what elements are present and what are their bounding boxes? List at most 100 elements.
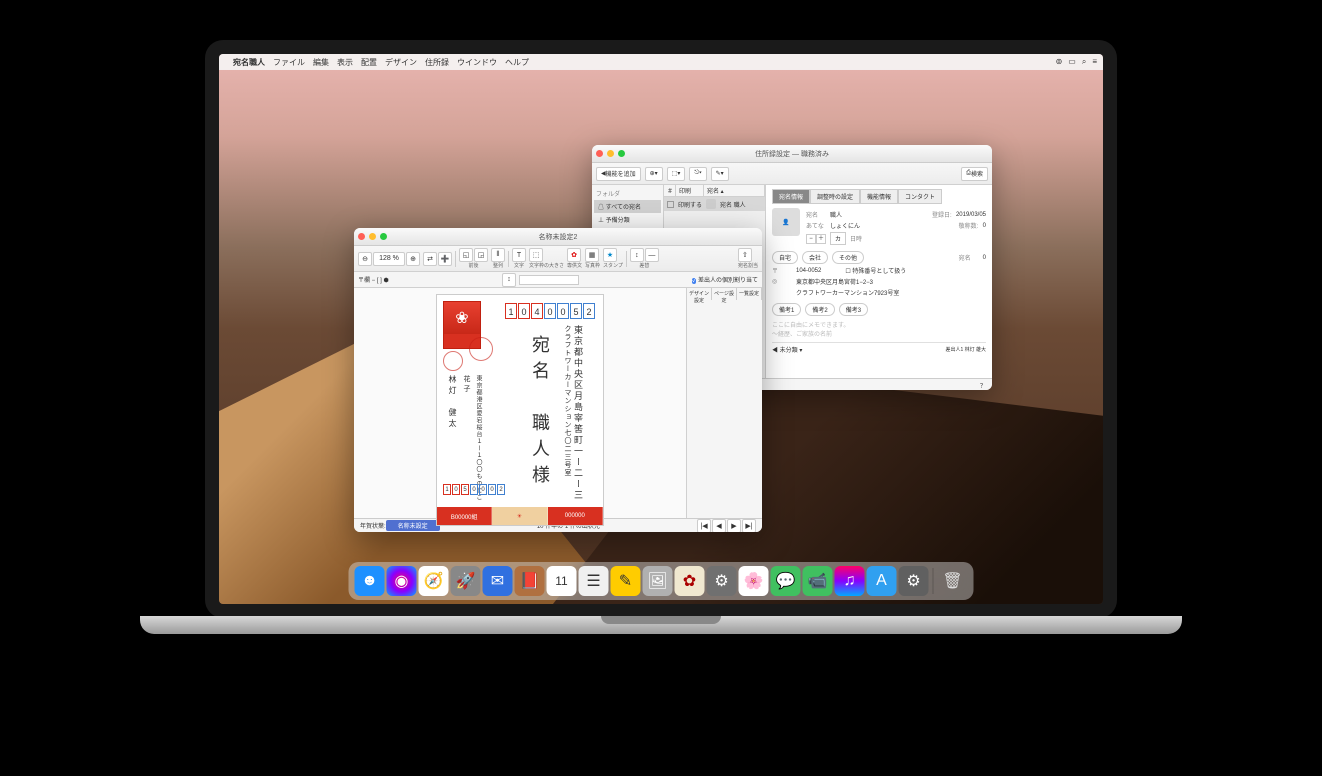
col-num[interactable]: ＃ — [664, 185, 676, 196]
add-function-button[interactable]: ◀ 機能を追加 — [596, 167, 641, 181]
dock-itunes[interactable]: ♫ — [835, 566, 865, 596]
tab-info[interactable]: 宛名情報 — [772, 189, 810, 204]
postcard-preview[interactable]: ❀ 1 0 4 0 0 5 2 東京都中央区月島宰 — [436, 294, 604, 526]
tab-design[interactable]: デザイン設定 — [687, 288, 712, 300]
tab-adjust[interactable]: 調整時の設定 — [810, 189, 860, 204]
nav-last[interactable]: ▶| — [742, 519, 756, 533]
dock-system[interactable]: ⚙ — [707, 566, 737, 596]
menu-file[interactable]: ファイル — [273, 57, 305, 68]
dock-contacts[interactable]: 📕 — [515, 566, 545, 596]
menu-window[interactable]: ウインドウ — [457, 57, 497, 68]
dock-appstore[interactable]: A — [867, 566, 897, 596]
menu-help[interactable]: ヘルプ — [505, 57, 529, 68]
dock-calendar[interactable]: 11 — [547, 566, 577, 596]
canvas[interactable]: ❀ 1 0 4 0 0 5 2 東京都中央区月島宰 — [354, 288, 686, 518]
addr-tab-home[interactable]: 自宅 — [772, 251, 798, 264]
tab-func[interactable]: 機能情報 — [860, 189, 898, 204]
address-line1[interactable]: 東京都中央区月島宮荷1−2−3 — [796, 277, 873, 286]
tb-align[interactable]: ⫴ — [491, 248, 505, 262]
tb-add[interactable]: ➕ — [438, 252, 452, 266]
dock-siri[interactable]: ◉ — [387, 566, 417, 596]
zoom-value[interactable]: 128 % — [373, 252, 405, 266]
control-icon[interactable]: ≡ — [1092, 57, 1097, 67]
katakana-button[interactable]: カ — [830, 232, 846, 245]
print-button[interactable]: ⎙ 検索 — [961, 167, 988, 181]
dock-facetime[interactable]: 📹 — [803, 566, 833, 596]
stepper[interactable]: −＋ — [806, 234, 826, 244]
zoom-out-button[interactable]: ⊖ — [358, 252, 372, 266]
folder-all[interactable]: ☖ すべての宛名 — [594, 200, 661, 213]
dock-photos[interactable]: 🌸 — [739, 566, 769, 596]
tb-greeting[interactable]: ✿ — [567, 248, 581, 262]
toolbar-btn[interactable]: ⎋▾ — [689, 167, 706, 181]
dock-notes[interactable]: ✎ — [611, 566, 641, 596]
status-select[interactable]: 名称未設定 — [386, 520, 440, 531]
tb-textframe[interactable]: ⬚ — [529, 248, 543, 262]
dock-finder[interactable]: ☻ — [355, 566, 385, 596]
postcard-titlebar[interactable]: 名称未設定2 — [354, 228, 762, 246]
tab-contact[interactable]: コンタクト — [898, 189, 942, 204]
col-name[interactable]: 宛名 ▴ — [704, 185, 765, 196]
menu-addressbook[interactable]: 住所録 — [425, 57, 449, 68]
avatar-large[interactable]: 👤 — [772, 208, 800, 236]
tb-stamp[interactable]: ★ — [603, 248, 617, 262]
subbar-field[interactable] — [519, 275, 579, 285]
folder-reserve[interactable]: ⊥ 予備分類 — [594, 213, 661, 226]
addr-tab-other[interactable]: その他 — [832, 251, 864, 264]
tb-order-front[interactable]: ◲ — [474, 248, 488, 262]
tb-order-back[interactable]: ◱ — [459, 248, 473, 262]
individual-assign-checkbox[interactable]: ✓ — [692, 278, 696, 284]
address-line2[interactable]: クラフトワーカーマンション7923号室 — [796, 288, 899, 297]
spotlight-icon[interactable]: ⌕ — [1082, 57, 1086, 67]
dock-prefs[interactable]: ⚙ — [899, 566, 929, 596]
tb-text[interactable]: T — [512, 248, 526, 262]
minimize-button[interactable] — [607, 150, 614, 157]
dock-app1[interactable]: ✿ — [675, 566, 705, 596]
toolbar-btn[interactable]: ✎▾ — [711, 167, 729, 181]
dock-mail[interactable]: ✉ — [483, 566, 513, 596]
memo-tab-3[interactable]: 備考3 — [839, 303, 868, 316]
dock-preview[interactable]: 🖼 — [643, 566, 673, 596]
menu-design[interactable]: デザイン — [385, 57, 417, 68]
menu-view[interactable]: 表示 — [337, 57, 353, 68]
nav-next[interactable]: ▶ — [727, 519, 741, 533]
dock-messages[interactable]: 💬 — [771, 566, 801, 596]
close-button[interactable] — [358, 233, 365, 240]
zip-value[interactable]: 104-0052 — [796, 268, 821, 274]
wifi-icon[interactable]: ⊚ — [1056, 57, 1063, 67]
zoom-button[interactable] — [380, 233, 387, 240]
tab-page[interactable]: ページ設定 — [712, 288, 737, 300]
col-print[interactable]: 印刷 — [676, 185, 704, 196]
app-name[interactable]: 宛名職人 — [233, 57, 265, 68]
inspector-panel: デザイン設定 ページ設定 一覧設定 — [686, 288, 762, 518]
dock-safari[interactable]: 🧭 — [419, 566, 449, 596]
addr-tab-work[interactable]: 会社 — [802, 251, 828, 264]
tb-line[interactable]: — — [645, 248, 659, 262]
zoom-button[interactable] — [618, 150, 625, 157]
menu-layout[interactable]: 配置 — [361, 57, 377, 68]
close-button[interactable] — [596, 150, 603, 157]
tab-list[interactable]: 一覧設定 — [737, 288, 762, 300]
dock-trash[interactable]: 🗑 — [938, 566, 968, 596]
tb-assign[interactable]: ⇧ — [738, 248, 752, 262]
subbar-swap-icon[interactable]: ↕ — [502, 273, 516, 287]
dock-launchpad[interactable]: 🚀 — [451, 566, 481, 596]
memo-tab-2[interactable]: 備考2 — [805, 303, 834, 316]
addressbook-titlebar[interactable]: 住所録設定 — 職務済み — [592, 145, 992, 163]
memo-tab-1[interactable]: 備考1 — [772, 303, 801, 316]
contact-row[interactable]: 印刷する 宛名 職人 — [664, 197, 765, 211]
row-checkbox[interactable] — [667, 201, 674, 208]
minimize-button[interactable] — [369, 233, 376, 240]
menu-edit[interactable]: 編集 — [313, 57, 329, 68]
tb-photo[interactable]: ▦ — [585, 248, 599, 262]
tb-flip[interactable]: ⇄ — [423, 252, 437, 266]
zoom-in-button[interactable]: ⊕ — [406, 252, 420, 266]
nav-first[interactable]: |◀ — [697, 519, 711, 533]
toolbar-btn[interactable]: ⊕▾ — [645, 167, 663, 181]
battery-icon[interactable]: ▭ — [1068, 57, 1076, 67]
tb-swap[interactable]: ↕ — [630, 248, 644, 262]
toolbar-btn[interactable]: ⬚▾ — [667, 167, 686, 181]
nav-prev[interactable]: ◀ — [712, 519, 726, 533]
help-icon[interactable]: ？ — [980, 381, 986, 390]
dock-reminders[interactable]: ☰ — [579, 566, 609, 596]
